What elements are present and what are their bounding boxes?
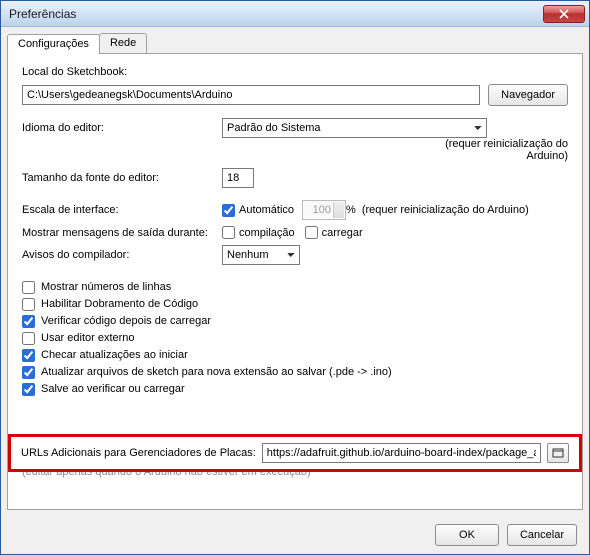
- upload-checkbox[interactable]: [305, 226, 318, 239]
- ok-button[interactable]: OK: [435, 524, 499, 546]
- line-numbers-checkbox[interactable]: [22, 281, 35, 294]
- compile-label: compilação: [239, 227, 295, 239]
- scale-input: [302, 200, 346, 220]
- restart-note: (requer reinicialização do Arduino): [438, 138, 568, 162]
- close-button[interactable]: [543, 5, 585, 23]
- preferences-window: Preferências Configurações Rede Local do…: [0, 0, 590, 555]
- tab-configuracoes[interactable]: Configurações: [7, 34, 100, 54]
- compiler-warnings-label: Avisos do compilador:: [22, 249, 222, 261]
- code-folding-checkbox[interactable]: [22, 298, 35, 311]
- show-output-label: Mostrar mensagens de saída durante:: [22, 227, 222, 239]
- save-verify-label: Salve ao verificar ou carregar: [41, 383, 185, 395]
- cancel-button[interactable]: Cancelar: [507, 524, 577, 546]
- editor-language-label: Idioma do editor:: [22, 122, 222, 134]
- boards-url-highlight: URLs Adicionais para Gerenciadores de Pl…: [8, 434, 582, 472]
- verify-label: Verificar código depois de carregar: [41, 315, 211, 327]
- interface-scale-label: Escala de interface:: [22, 204, 222, 216]
- update-ext-checkbox[interactable]: [22, 366, 35, 379]
- code-folding-label: Habilitar Dobramento de Código: [41, 298, 198, 310]
- sketchbook-path-input[interactable]: [22, 85, 480, 105]
- boards-url-input[interactable]: [262, 443, 541, 463]
- external-editor-label: Usar editor externo: [41, 332, 135, 344]
- editor-language-select[interactable]: Padrão do Sistema: [222, 118, 487, 138]
- update-ext-label: Atualizar arquivos de sketch para nova e…: [41, 366, 392, 378]
- restart-note-2: (requer reinicialização do Arduino): [362, 204, 529, 216]
- tabs: Configurações Rede: [1, 27, 589, 53]
- font-size-input[interactable]: [222, 168, 254, 188]
- compile-checkbox[interactable]: [222, 226, 235, 239]
- titlebar: Preferências: [1, 1, 589, 27]
- browse-button[interactable]: Navegador: [488, 84, 568, 106]
- automatic-label: Automático: [239, 204, 294, 216]
- check-updates-checkbox[interactable]: [22, 349, 35, 362]
- boards-url-label: URLs Adicionais para Gerenciadores de Pl…: [21, 447, 256, 459]
- boards-url-expand-button[interactable]: [547, 443, 569, 463]
- percent-label: %: [346, 204, 356, 216]
- compiler-warnings-select[interactable]: Nenhum: [222, 245, 300, 265]
- window-title: Preferências: [9, 7, 76, 21]
- external-editor-checkbox[interactable]: [22, 332, 35, 345]
- sketchbook-label: Local do Sketchbook:: [22, 66, 202, 78]
- dialog-buttons: OK Cancelar: [1, 516, 589, 554]
- check-updates-label: Checar atualizações ao iniciar: [41, 349, 188, 361]
- automatic-checkbox[interactable]: [222, 204, 235, 217]
- tab-panel: Local do Sketchbook: Navegador Idioma do…: [7, 53, 583, 510]
- verify-checkbox[interactable]: [22, 315, 35, 328]
- tab-rede[interactable]: Rede: [99, 33, 147, 53]
- line-numbers-label: Mostrar números de linhas: [41, 281, 171, 293]
- window-icon: [552, 447, 564, 459]
- upload-label: carregar: [322, 227, 363, 239]
- save-verify-checkbox[interactable]: [22, 383, 35, 396]
- font-size-label: Tamanho da fonte do editor:: [22, 172, 222, 184]
